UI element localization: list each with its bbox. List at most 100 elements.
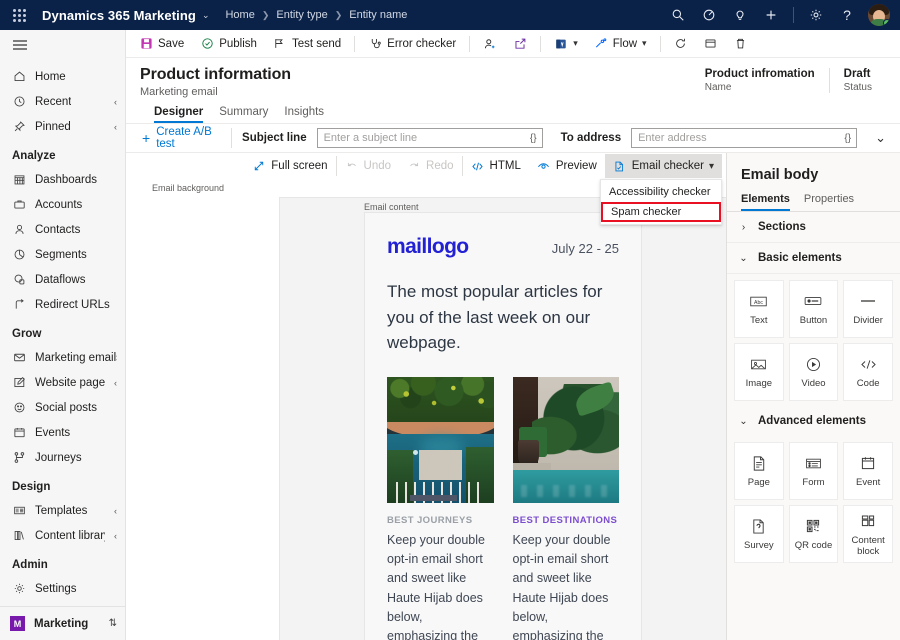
element-tile-content-block[interactable]: Content block [843,505,893,563]
tab-insights[interactable]: Insights [284,106,324,123]
lightbulb-icon[interactable] [726,2,754,28]
menu-item-spam-checker[interactable]: Spam checker [601,202,721,222]
sidebar-item-accounts[interactable]: Accounts [0,192,125,217]
sidebar-item-redirect-urls[interactable]: Redirect URLs [0,292,125,317]
column-body[interactable]: Keep your double opt-in email short and … [513,531,620,640]
gear-icon[interactable] [802,2,830,28]
share-button[interactable] [506,32,534,56]
chevron-updown-icon[interactable]: ⇅ [109,618,117,629]
target-icon[interactable] [695,2,723,28]
chevron-down-icon[interactable]: ▾ [642,38,647,49]
column-kicker[interactable]: BEST DESTINATIONS [513,515,620,526]
element-tile-button[interactable]: Button [789,280,839,338]
tab-designer[interactable]: Designer [154,106,203,123]
word-template-button[interactable]: ▾ [547,32,585,56]
sidebar-item-segments[interactable]: Segments [0,242,125,267]
app-brand-title[interactable]: Dynamics 365 Marketing [42,8,196,23]
sidebar-item-settings[interactable]: Settings [0,576,125,601]
email-column[interactable]: BEST JOURNEYS Keep your double opt-in em… [387,377,494,640]
email-date[interactable]: July 22 - 25 [552,241,619,256]
expand-fields-chevron-icon[interactable]: ⌄ [867,130,894,146]
full-screen-button[interactable]: Full screen [244,154,335,178]
publish-button[interactable]: Publish [193,32,264,56]
element-tile-qr-code[interactable]: QR code [789,505,839,563]
plus-icon[interactable] [757,2,785,28]
chevron-down-icon[interactable]: ▾ [573,38,578,49]
accordion-sections[interactable]: › Sections [727,212,900,243]
error-checker-button[interactable]: Error checker [361,32,463,56]
html-button[interactable]: HTML [463,154,529,178]
element-tile-survey[interactable]: Survey [734,505,784,563]
element-tile-form[interactable]: Form [789,442,839,500]
email-checker-button[interactable]: Email checker ▾ [605,154,722,178]
waffle-icon[interactable] [8,4,30,26]
accordion-basic-elements[interactable]: ⌄ Basic elements [727,243,900,274]
email-column[interactable]: BEST DESTINATIONS Keep your double opt-i… [513,377,620,640]
sidebar-item-content-library[interactable]: Content library ‹ [0,523,125,548]
chevron-left-icon[interactable]: ‹ [114,122,117,132]
sidebar-item-dashboards[interactable]: Dashboards [0,167,125,192]
sidebar-item-contacts[interactable]: Contacts [0,217,125,242]
undo-button[interactable]: Undo [337,154,400,178]
sidebar-item-events[interactable]: Events [0,420,125,445]
accordion-advanced-elements[interactable]: ⌄ Advanced elements [727,401,900,436]
sidebar-item-pinned[interactable]: Pinned ‹ [0,114,125,139]
refresh-button[interactable] [667,32,695,56]
save-button[interactable]: Save [132,32,191,56]
garden-pool-photo[interactable] [513,377,620,503]
preview-button[interactable]: Preview [529,154,605,178]
create-ab-test-button[interactable]: + Create A/B test [136,126,221,150]
sidebar-item-home[interactable]: Home [0,64,125,89]
sidebar-item-recent[interactable]: Recent ‹ [0,89,125,114]
header-field-status[interactable]: Draft Status [829,68,886,93]
chevron-down-icon: ⌄ [739,253,748,264]
element-tile-event[interactable]: Event [843,442,893,500]
email-content[interactable]: maillogo July 22 - 25 The most popular a… [364,212,642,640]
chevron-down-icon[interactable]: ▾ [709,161,714,172]
redo-button[interactable]: Redo [399,154,462,178]
element-tile-text[interactable]: Abc Text [734,280,784,338]
chevron-down-icon[interactable]: ⌄ [202,10,210,21]
tab-summary[interactable]: Summary [219,106,268,123]
element-tile-video[interactable]: Video [789,343,839,401]
search-icon[interactable] [664,2,692,28]
header-field-name[interactable]: Product infromation Name [691,68,829,93]
assign-user-button[interactable] [476,32,504,56]
chevron-left-icon[interactable]: ‹ [114,97,117,107]
breadcrumb-item-entity-type[interactable]: Entity type [276,9,327,21]
breadcrumb-item-home[interactable]: Home [225,9,254,21]
column-kicker[interactable]: BEST JOURNEYS [387,515,494,526]
delete-button[interactable] [727,32,755,56]
archive-button[interactable] [697,32,725,56]
to-address-input[interactable] [631,128,857,148]
tab-elements[interactable]: Elements [741,193,790,211]
sidebar-item-marketing-emails[interactable]: Marketing emails [0,345,125,370]
subject-line-input[interactable] [317,128,543,148]
sidebar-item-journeys[interactable]: Journeys [0,445,125,470]
email-headline[interactable]: The most popular articles for you of the… [387,279,619,356]
breadcrumb-item-entity-name[interactable]: Entity name [349,9,407,21]
flow-button[interactable]: Flow ▾ [587,32,654,56]
sidebar-item-dataflows[interactable]: Dataflows [0,267,125,292]
help-icon[interactable]: ? [833,2,861,28]
aerial-pool-photo[interactable] [387,377,494,503]
avatar[interactable] [868,4,890,26]
chevron-left-icon[interactable]: ‹ [114,378,117,388]
tab-properties[interactable]: Properties [804,193,854,211]
sidebar-item-website-pages[interactable]: Website pages ‹ [0,370,125,395]
email-logo[interactable]: maillogo [387,235,469,259]
chevron-left-icon[interactable]: ‹ [114,506,117,516]
app-switcher[interactable]: M Marketing ⇅ [0,606,125,640]
menu-item-accessibility-checker[interactable]: Accessibility checker [601,182,721,202]
column-body[interactable]: Keep your double opt-in email short and … [387,531,494,640]
email-background[interactable]: Email content maillogo July 22 - 25 The … [279,197,726,640]
element-tile-divider[interactable]: Divider [843,280,893,338]
sidebar-item-templates[interactable]: Templates ‹ [0,498,125,523]
sidebar-item-social-posts[interactable]: Social posts [0,395,125,420]
hamburger-icon[interactable] [0,30,125,60]
test-send-button[interactable]: Test send [266,32,348,56]
element-tile-image[interactable]: Image [734,343,784,401]
element-tile-page[interactable]: Page [734,442,784,500]
element-tile-code[interactable]: Code [843,343,893,401]
chevron-left-icon[interactable]: ‹ [114,531,117,541]
